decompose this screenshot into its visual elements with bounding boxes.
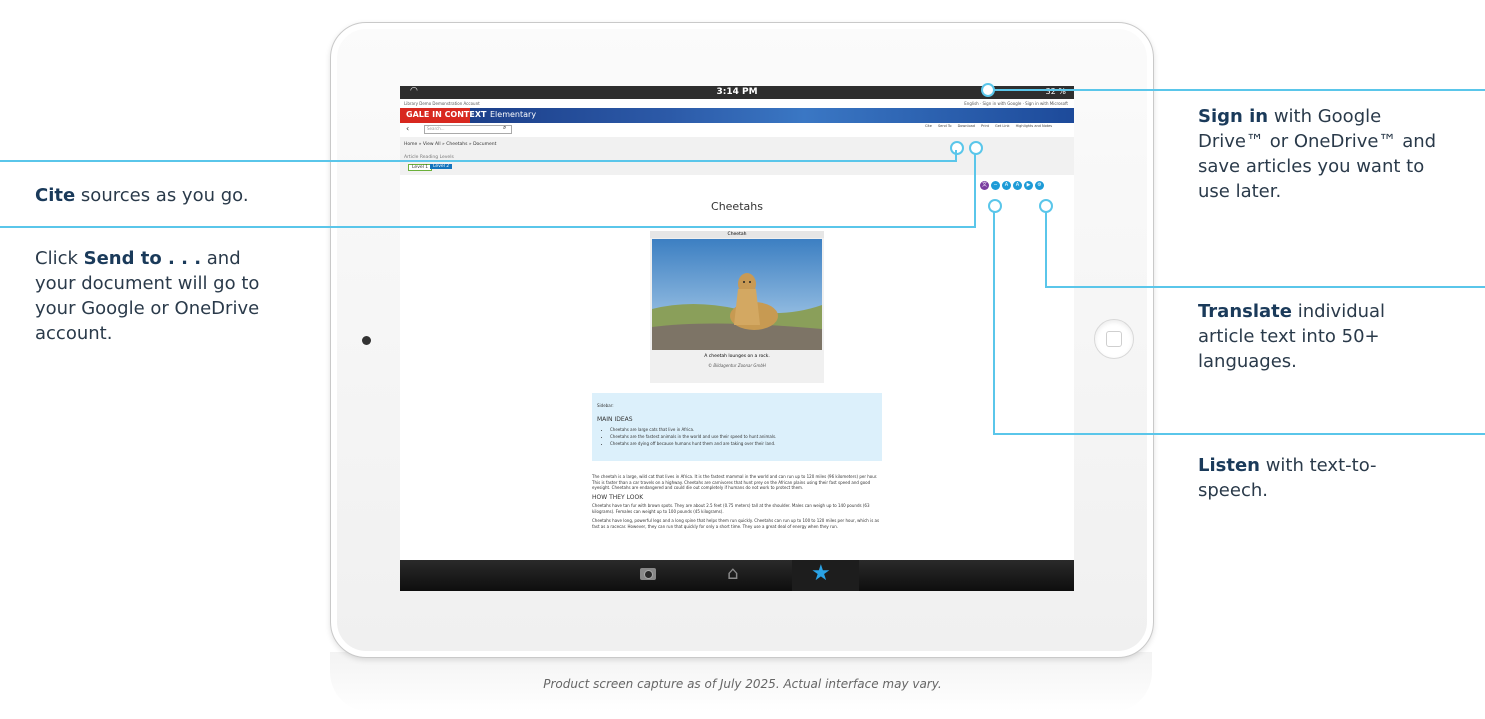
screen-capture-caption: Product screen capture as of July 2025. … [543, 677, 942, 691]
signin-callout: Sign in with Google Drive™ or OneDrive™ … [1198, 104, 1448, 204]
font-size-icon[interactable]: A [1002, 181, 1011, 190]
cite-callout-text: sources as you go. [75, 185, 249, 206]
listen-callout-stem [993, 208, 995, 435]
cite-button[interactable]: Cite [925, 124, 932, 128]
section-heading: HOW THEY LOOK [592, 493, 644, 501]
send-to-button[interactable]: Send To [938, 124, 952, 128]
settings-icon[interactable]: ⚙ [1035, 181, 1044, 190]
sidebar-label: Sidebar: [597, 403, 614, 408]
status-bar: ◠ 3:14 PM 32 % [400, 86, 1074, 99]
font-increase-icon[interactable]: A [1013, 181, 1022, 190]
cheetah-photo [652, 239, 822, 350]
listen-marker [988, 199, 1002, 213]
cite-callout-bold: Cite [35, 185, 76, 206]
front-camera [362, 336, 371, 345]
home-icon[interactable]: ⌂ [727, 563, 738, 584]
camera-icon[interactable] [640, 568, 656, 580]
app-banner: GALE IN CONTEXT Elementary [400, 108, 1074, 123]
list-item: Cheetahs are large cats that live in Afr… [610, 426, 776, 433]
tool-buttons: Cite Send To Download Print Get Link Hig… [925, 124, 1052, 128]
figure-title: Cheetah [650, 231, 824, 238]
highlights-button[interactable]: Highlights and Notes [1016, 124, 1053, 128]
listen-callout-bold: Listen [1198, 455, 1260, 476]
home-button[interactable] [1094, 319, 1134, 359]
cite-callout-stem [955, 150, 957, 162]
breadcrumb[interactable]: Home » View All » Cheetahs » Document [404, 142, 496, 147]
send-callout: Click Send to . . . and your document wi… [35, 246, 275, 346]
paragraph: Cheetahs have long, powerful legs and a … [592, 518, 880, 529]
article-title: Cheetahs [711, 200, 763, 213]
level-label: Elementary [490, 110, 537, 119]
star-icon[interactable]: ★ [811, 561, 831, 586]
back-icon[interactable]: ‹ [406, 124, 409, 133]
translate-callout-line [1045, 286, 1485, 288]
bottom-dock: ⌂ ★ [400, 560, 1074, 591]
main-ideas-list: Cheetahs are large cats that live in Afr… [602, 426, 776, 447]
cite-callout-line [0, 160, 955, 162]
status-time: 3:14 PM [716, 87, 758, 97]
account-links[interactable]: English · Sign in with Google · Sign in … [964, 101, 1068, 106]
font-decrease-icon[interactable]: − [991, 181, 1000, 190]
listen-callout-line [993, 433, 1485, 435]
brand-logo[interactable]: GALE IN CONTEXT [406, 110, 486, 119]
send-callout-line [0, 226, 976, 228]
level-1-button[interactable]: Level 1 [408, 164, 433, 171]
signin-callout-line [987, 89, 1485, 91]
figure-caption: A cheetah lounges on a rock. [704, 354, 770, 359]
search-icon[interactable]: ⌕ [503, 124, 506, 132]
listen-icon[interactable]: ▶ [1024, 181, 1033, 190]
paragraph: Cheetahs have tan fur with brown spots. … [592, 503, 870, 514]
send-callout-bold: Send to . . . [83, 248, 202, 269]
download-button[interactable]: Download [958, 124, 975, 128]
translate-callout: Translate individual article text into 5… [1198, 299, 1428, 374]
library-name: Library Demo Demonstration Account [404, 101, 480, 106]
send-callout-stem [974, 150, 976, 228]
search-input[interactable]: Search... [424, 125, 512, 134]
listen-callout: Listen with text-to-speech. [1198, 453, 1398, 503]
article-figure: Cheetah A cheetah lounges on a rock. © B… [650, 231, 824, 383]
send-callout-pre: Click [35, 248, 84, 269]
signin-callout-bold: Sign in [1198, 106, 1269, 127]
translate-callout-stem [1045, 208, 1047, 288]
cite-callout: Cite sources as you go. [35, 183, 295, 208]
paragraph: The cheetah is a large, wild cat that li… [592, 474, 878, 490]
translate-icon[interactable]: 文 [980, 181, 989, 190]
level-2-button[interactable]: Level 2 [430, 164, 453, 169]
article-tools: 文 − A A ▶ ⚙ [980, 181, 1044, 190]
translate-callout-bold: Translate [1198, 301, 1292, 322]
signin-marker [981, 83, 995, 97]
translate-marker [1039, 199, 1053, 213]
figure-credit: © Bildagentur Zoonar GmbH [708, 363, 766, 368]
toolbar: ‹ Search... ⌕ Cite Send To Download Prin… [400, 123, 1074, 138]
send-marker [969, 141, 983, 155]
main-ideas-box: Sidebar: MAIN IDEAS Cheetahs are large c… [592, 393, 882, 461]
get-link-button[interactable]: Get Link [995, 124, 1010, 128]
main-ideas-heading: MAIN IDEAS [597, 416, 633, 423]
article-body: The cheetah is a large, wild cat that li… [592, 474, 884, 533]
list-item: Cheetahs are dying off because humans hu… [610, 440, 776, 447]
cite-marker [950, 141, 964, 155]
print-button[interactable]: Print [981, 124, 989, 128]
list-item: Cheetahs are the fastest animals in the … [610, 433, 776, 440]
